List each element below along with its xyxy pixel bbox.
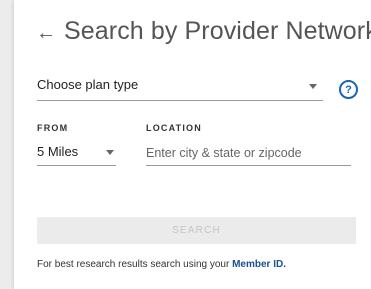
distance-select[interactable]: 5 Miles [37,140,116,166]
location-input[interactable] [146,140,351,166]
member-id-hint: For best research results search using y… [37,259,286,270]
plan-type-placeholder: Choose plan type [37,77,139,92]
member-id-link[interactable]: Member ID. [232,259,286,270]
distance-value: 5 Miles [37,144,79,159]
from-label: FROM [37,123,69,133]
arrow-left-icon[interactable]: ← [36,23,56,43]
plan-type-select[interactable]: Choose plan type [37,72,323,101]
question-circle-icon[interactable]: ? [339,80,358,99]
search-button[interactable]: SEARCH [37,217,356,244]
location-label: LOCATION [146,123,202,133]
page-header: ← Search by Provider Network [36,17,371,46]
caret-down-icon [309,84,317,89]
hint-text: For best research results search using y… [37,259,233,270]
page-title: Search by Provider Network [64,17,371,45]
caret-down-icon [106,150,114,155]
search-card: ← Search by Provider Network Choose plan… [14,0,371,289]
